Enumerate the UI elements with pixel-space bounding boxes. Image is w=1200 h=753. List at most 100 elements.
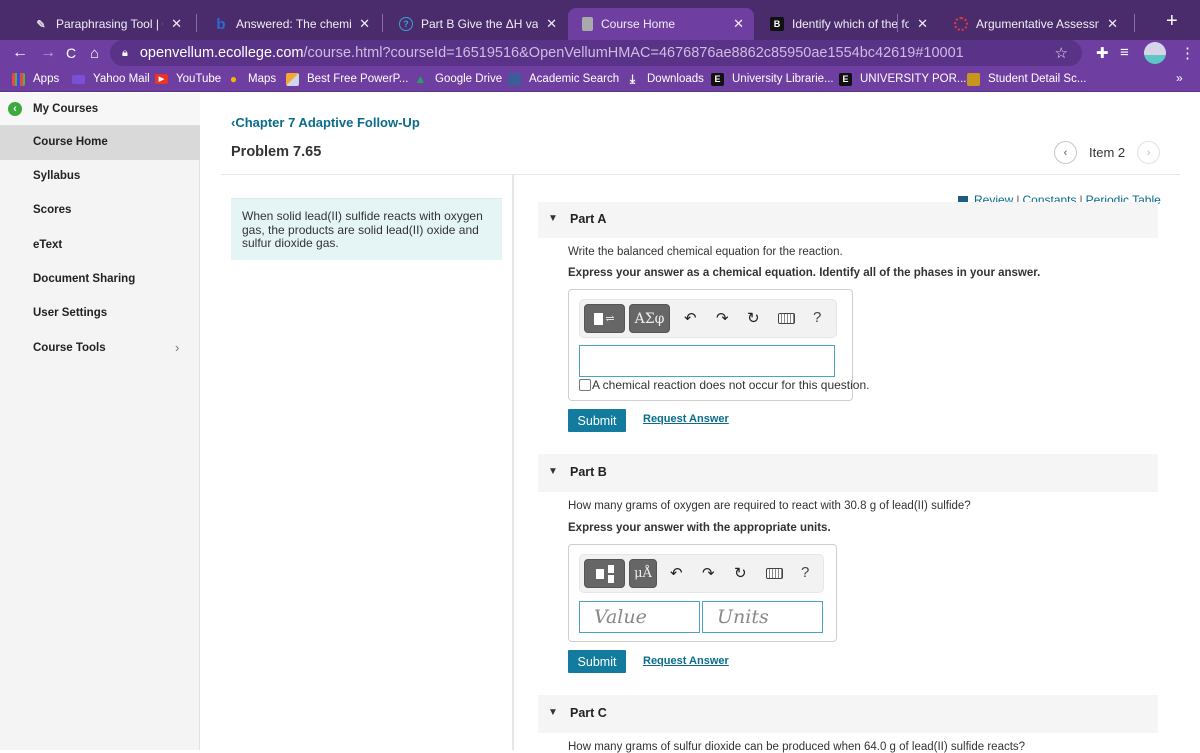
value-input[interactable]: Value <box>579 601 700 633</box>
part-b-header[interactable]: ▼ Part B <box>538 454 1158 492</box>
question-circle-icon: ? <box>399 17 413 31</box>
reset-icon[interactable]: ↻ <box>747 309 760 327</box>
bookmark-university-portal[interactable]: E UNIVERSITY POR... <box>839 66 967 92</box>
sidebar-item-syllabus[interactable]: Syllabus <box>0 160 200 194</box>
no-reaction-option[interactable]: A chemical reaction does not occur for t… <box>579 378 869 392</box>
undo-icon[interactable]: ↶ <box>684 309 697 327</box>
bookmark-powerpoint[interactable]: Best Free PowerP... <box>286 66 408 92</box>
bookmarks-overflow-button[interactable]: » <box>1176 71 1183 85</box>
part-b-question: How many grams of oxygen are required to… <box>568 500 971 512</box>
redo-icon[interactable]: ↷ <box>716 309 729 327</box>
part-a-submit-button[interactable]: Submit <box>568 409 626 432</box>
bookmark-downloads[interactable]: ⤓ Downloads <box>626 66 704 92</box>
tab-course-home[interactable]: Course Home ✕ <box>568 8 754 40</box>
tab-quillbot[interactable]: ✎ Paraphrasing Tool | QuillBot ✕ <box>20 8 192 40</box>
bookmark-label: Best Free PowerP... <box>307 73 409 85</box>
bookmark-label: Apps <box>33 73 60 85</box>
bookmark-star-icon[interactable]: ☆ <box>1055 44 1068 62</box>
media-queue-icon[interactable]: ≡ <box>1120 44 1129 61</box>
next-item-button[interactable]: › <box>1137 141 1161 164</box>
part-a-request-answer-link[interactable]: Request Answer <box>643 413 729 425</box>
close-icon[interactable]: ✕ <box>1107 16 1118 32</box>
part-c-header[interactable]: ▼ Part C <box>538 695 1158 733</box>
bookmark-yahoo-mail[interactable]: Yahoo Mail <box>72 66 150 92</box>
units-input[interactable]: Units <box>702 601 823 633</box>
keyboard-icon[interactable] <box>778 313 795 324</box>
bookmark-academic-search[interactable]: Academic Search <box>508 66 619 92</box>
sidebar-item-etext[interactable]: eText <box>0 229 200 263</box>
sidebar-item-course-home[interactable]: Course Home <box>0 126 200 160</box>
bookmark-label: UNIVERSITY POR... <box>860 73 967 85</box>
bookmark-youtube[interactable]: ▶ YouTube <box>155 66 221 92</box>
academic-search-icon <box>508 72 521 86</box>
close-icon[interactable]: ✕ <box>359 16 370 32</box>
bookmark-google-drive[interactable]: ▲ Google Drive <box>414 66 503 92</box>
bookmark-slides-icon <box>286 72 299 86</box>
extensions-puzzle-icon[interactable]: ✚ <box>1096 44 1109 62</box>
browser-tab-strip: ✎ Paraphrasing Tool | QuillBot ✕ b Answe… <box>0 0 1200 40</box>
sidebar-item-label: User Settings <box>33 307 108 319</box>
bookmark-university-libraries[interactable]: E University Librarie... <box>711 66 834 92</box>
browser-toolbar: ← → C ⌂ 🔒︎ openvellum.ecollege.com/cours… <box>0 40 1200 66</box>
bookmark-student-detail[interactable]: Student Detail Sc... <box>967 66 1086 92</box>
chemical-equation-input[interactable] <box>579 345 835 377</box>
youtube-icon: ▶ <box>155 74 168 84</box>
tab-separator <box>897 14 898 32</box>
tab-separator <box>196 14 197 32</box>
units-symbols-button[interactable]: μÅ <box>629 559 657 588</box>
reset-icon[interactable]: ↻ <box>734 564 747 582</box>
mail-icon <box>72 74 85 84</box>
tab-identify[interactable]: B Identify which of the followin ✕ <box>756 8 938 40</box>
tab-title: Part B Give the ΔH value for <box>421 17 539 31</box>
undo-icon[interactable]: ↶ <box>670 564 683 582</box>
keyboard-icon[interactable] <box>766 568 783 579</box>
chapter-back-link[interactable]: ‹Chapter 7 Adaptive Follow-Up <box>231 115 420 130</box>
my-courses-link[interactable]: ‹ My Courses <box>0 93 200 126</box>
no-reaction-checkbox[interactable] <box>579 379 591 391</box>
forward-arrow-icon[interactable]: → <box>40 40 56 66</box>
back-link-label: Chapter 7 Adaptive Follow-Up <box>235 115 420 130</box>
sidebar-item-label: Course Home <box>33 136 108 148</box>
close-icon[interactable]: ✕ <box>917 16 928 32</box>
sidebar-item-user-settings[interactable]: User Settings <box>0 297 200 331</box>
kebab-menu-icon[interactable]: ⋮ <box>1180 44 1195 62</box>
redo-icon[interactable]: ↷ <box>702 564 715 582</box>
sidebar-item-course-tools[interactable]: Course Tools › <box>0 332 200 366</box>
previous-item-button[interactable]: ‹ <box>1054 141 1077 164</box>
problem-intro: When solid lead(II) sulfide reacts with … <box>231 198 502 260</box>
sidebar-item-scores[interactable]: Scores <box>0 194 200 228</box>
part-b-request-answer-link[interactable]: Request Answer <box>643 655 729 667</box>
help-icon[interactable]: ? <box>813 309 821 326</box>
back-arrow-icon[interactable]: ← <box>12 40 28 66</box>
tab-part-b[interactable]: ? Part B Give the ΔH value for ✕ <box>385 8 567 40</box>
tab-title: Paraphrasing Tool | QuillBot <box>56 17 163 31</box>
greek-symbols-button[interactable]: ΑΣφ <box>629 304 670 333</box>
tab-title: Answered: The chemical rea <box>236 17 351 31</box>
bookmark-label: Yahoo Mail <box>93 73 150 85</box>
item-navigation: ‹ Item 2 › <box>1054 141 1161 164</box>
part-b-submit-button[interactable]: Submit <box>568 650 626 673</box>
bookmark-label: Downloads <box>647 73 704 85</box>
profile-avatar[interactable] <box>1144 42 1166 64</box>
close-icon[interactable]: ✕ <box>733 16 744 32</box>
tab-bartleby[interactable]: b Answered: The chemical rea ✕ <box>200 8 380 40</box>
tab-argumentative[interactable]: Argumentative Assessment ✕ <box>940 8 1128 40</box>
reload-icon[interactable]: C <box>66 40 76 66</box>
mascot-icon <box>967 72 980 86</box>
drive-icon: ▲ <box>414 72 427 86</box>
bookmark-label: Student Detail Sc... <box>988 73 1087 85</box>
sidebar-item-label: eText <box>33 239 63 251</box>
bookmark-maps[interactable]: ● Maps <box>227 66 276 92</box>
sidebar-item-document-sharing[interactable]: Document Sharing <box>0 263 200 297</box>
bookmark-apps[interactable]: Apps <box>12 66 59 92</box>
help-icon[interactable]: ? <box>801 564 809 581</box>
home-icon[interactable]: ⌂ <box>90 40 99 66</box>
address-bar[interactable]: 🔒︎ openvellum.ecollege.com/course.html?c… <box>110 40 1082 66</box>
reaction-template-button[interactable]: ⇌ <box>584 304 625 333</box>
part-a-header[interactable]: ▼ Part A <box>538 202 1158 238</box>
close-icon[interactable]: ✕ <box>171 16 182 32</box>
new-tab-button[interactable]: + <box>1166 10 1178 33</box>
close-icon[interactable]: ✕ <box>546 16 557 32</box>
math-toolbar: μÅ ↶ ↷ ↻ ? <box>579 554 824 593</box>
units-template-button[interactable] <box>584 559 625 588</box>
